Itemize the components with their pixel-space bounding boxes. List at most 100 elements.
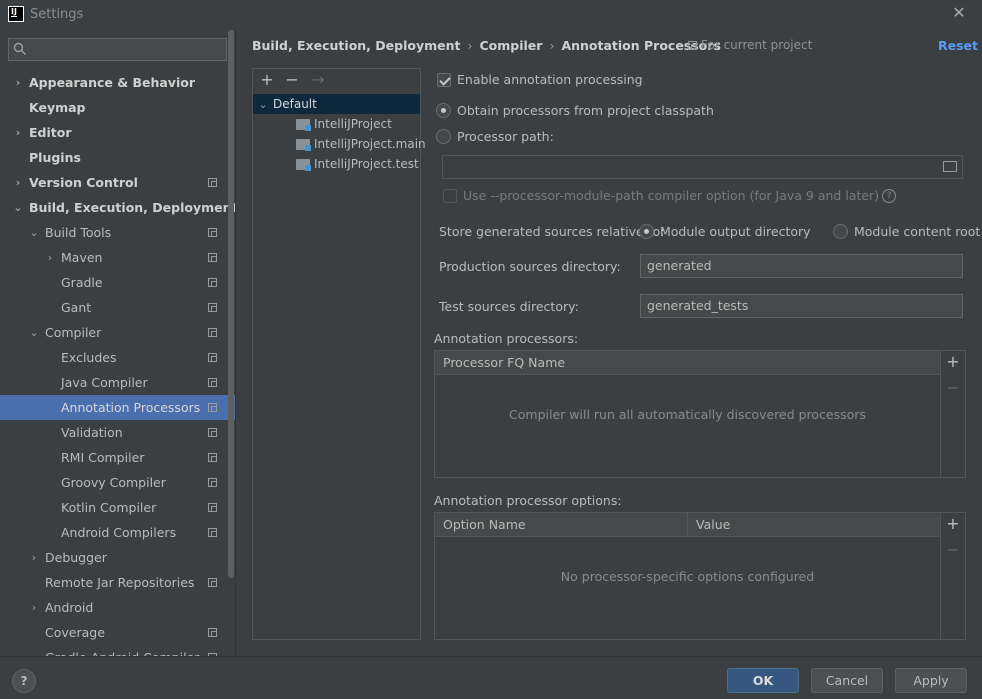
sidebar-item-label: Android (45, 600, 94, 615)
column-header[interactable]: Processor FQ Name (435, 351, 940, 375)
chevron-down-icon: ⌄ (258, 98, 268, 111)
obtain-from-classpath-option[interactable]: Obtain processors from project classpath (436, 102, 714, 118)
sidebar-item[interactable]: ⌄ Build Tools (0, 220, 235, 245)
options-toolbar: + − (940, 513, 964, 639)
project-scope-icon (208, 378, 217, 387)
cancel-button[interactable]: Cancel (811, 668, 883, 693)
chevron-right-icon[interactable]: › (12, 70, 24, 95)
browse-folder-icon[interactable] (943, 161, 957, 172)
module-content-option[interactable]: Module content root (833, 223, 980, 239)
project-scope-icon (208, 528, 217, 537)
processor-path-option[interactable]: Processor path: (436, 128, 554, 144)
chevron-right-icon[interactable]: › (12, 170, 24, 195)
chevron-down-icon[interactable]: ⌄ (12, 195, 24, 220)
sidebar-item[interactable]: Validation (0, 420, 235, 445)
sidebar-item[interactable]: Kotlin Compiler (0, 495, 235, 520)
sidebar-item[interactable]: › Editor (0, 120, 235, 145)
sidebar-item[interactable]: › Android (0, 595, 235, 620)
column-header-value[interactable]: Value (688, 513, 940, 537)
project-scope-icon (208, 228, 217, 237)
chevron-down-icon[interactable]: ⌄ (28, 320, 40, 345)
remove-option-button[interactable]: − (944, 541, 962, 559)
sidebar-item-label: RMI Compiler (61, 450, 145, 465)
processor-module-path-option[interactable]: Use --processor-module-path compiler opt… (443, 187, 897, 203)
sidebar-item-label: Remote Jar Repositories (45, 575, 195, 590)
sidebar-item[interactable]: › Appearance & Behavior (0, 70, 235, 95)
module-output-radio[interactable] (639, 224, 654, 239)
move-to-profile-button[interactable]: → (309, 71, 327, 89)
remove-profile-button[interactable]: − (283, 71, 301, 89)
test-dir-input[interactable]: generated_tests (640, 294, 963, 318)
project-scope-icon (208, 303, 217, 312)
sidebar-item[interactable]: Remote Jar Repositories (0, 570, 235, 595)
sidebar-item[interactable]: › Debugger (0, 545, 235, 570)
processor-path-field[interactable] (442, 155, 963, 179)
sidebar-item[interactable]: Gradle (0, 270, 235, 295)
sidebar-item[interactable]: Coverage (0, 620, 235, 645)
sidebar-item[interactable]: Groovy Compiler (0, 470, 235, 495)
annotation-processors-label: Annotation processors: (434, 331, 579, 346)
reset-link[interactable]: Reset (938, 38, 978, 53)
profile-module[interactable]: IntelliJProject.test (253, 154, 420, 174)
sidebar-item[interactable]: › Version Control (0, 170, 235, 195)
sidebar-item[interactable]: ⌄ Build, Execution, Deployment (0, 195, 235, 220)
enable-annotation-processing[interactable]: Enable annotation processing (437, 71, 643, 87)
sidebar-item-label: Editor (29, 125, 72, 140)
profile-default[interactable]: ⌄ Default (253, 94, 420, 114)
help-button[interactable]: ? (12, 669, 36, 693)
breadcrumb-part: Build, Execution, Deployment (252, 38, 461, 53)
sidebar-item[interactable]: Gant (0, 295, 235, 320)
ok-button[interactable]: OK (727, 668, 799, 693)
chevron-right-icon[interactable]: › (28, 545, 40, 570)
processor-options-label: Annotation processor options: (434, 493, 622, 508)
enable-checkbox[interactable] (437, 72, 451, 87)
sidebar-scrollbar[interactable] (228, 30, 234, 578)
sidebar-item[interactable]: Gradle-Android Compiler (0, 645, 235, 656)
project-scope-icon (208, 578, 217, 587)
sidebar-item[interactable]: Keymap (0, 95, 235, 120)
breadcrumb-part: Compiler (479, 38, 543, 53)
module-path-checkbox[interactable] (443, 188, 457, 203)
sidebar-item[interactable]: Excludes (0, 345, 235, 370)
processors-table: Processor FQ Name Compiler will run all … (434, 350, 966, 478)
add-processor-button[interactable]: + (944, 353, 962, 371)
chevron-down-icon[interactable]: ⌄ (28, 220, 40, 245)
add-profile-button[interactable]: + (258, 71, 276, 89)
profile-module[interactable]: IntelliJProject (253, 114, 420, 134)
sidebar-item[interactable]: Java Compiler (0, 370, 235, 395)
help-icon[interactable]: ? (882, 188, 897, 203)
project-scope-icon (208, 178, 217, 187)
processor-path-radio[interactable] (436, 129, 451, 144)
column-header-option-name[interactable]: Option Name (435, 513, 688, 537)
add-option-button[interactable]: + (944, 515, 962, 533)
sidebar-item-label: Excludes (61, 350, 117, 365)
module-folder-icon (296, 159, 311, 171)
profiles-panel: + − → ⌄ Default IntelliJProject IntelliJP… (252, 68, 426, 640)
production-dir-input[interactable]: generated (640, 254, 963, 278)
project-scope-icon (208, 428, 217, 437)
sidebar-item[interactable]: Annotation Processors (0, 395, 235, 420)
search-input[interactable] (8, 38, 227, 61)
sidebar-item[interactable]: RMI Compiler (0, 445, 235, 470)
sidebar-item[interactable]: › Maven (0, 245, 235, 270)
sidebar-item-label: Coverage (45, 625, 105, 640)
sidebar-item[interactable]: Android Compilers (0, 520, 235, 545)
sidebar-item[interactable]: ⌄ Compiler (0, 320, 235, 345)
chevron-right-icon[interactable]: › (44, 245, 56, 270)
remove-processor-button[interactable]: − (944, 379, 962, 397)
sidebar-item[interactable]: Plugins (0, 145, 235, 170)
apply-button[interactable]: Apply (895, 668, 967, 693)
sidebar-item-label: Plugins (29, 150, 81, 165)
profile-module[interactable]: IntelliJProject.main (253, 134, 426, 154)
splitter[interactable] (235, 30, 236, 656)
sidebar-item-label: Keymap (29, 100, 86, 115)
chevron-right-icon[interactable]: › (28, 595, 40, 620)
breadcrumb: Build, Execution, Deployment › Compiler › An… (252, 38, 721, 54)
module-content-radio[interactable] (833, 224, 848, 239)
close-icon[interactable]: ✕ (950, 4, 968, 22)
sidebar-item-label: Groovy Compiler (61, 475, 166, 490)
sidebar-item-label: Appearance & Behavior (29, 75, 195, 90)
module-output-option[interactable]: Module output directory (639, 223, 811, 239)
obtain-radio[interactable] (436, 103, 451, 118)
chevron-right-icon[interactable]: › (12, 120, 24, 145)
